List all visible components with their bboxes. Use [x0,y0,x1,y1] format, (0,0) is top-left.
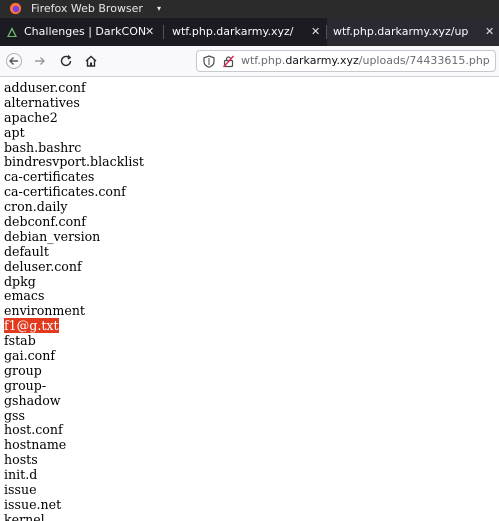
listing-line: default [4,243,494,260]
listing-line-text: dpkg [4,273,36,289]
listing-line-text: group [4,362,42,378]
darkcon-favicon-icon [7,27,17,37]
window-menu-caret[interactable]: ▾ [157,0,161,18]
tab-strip: Challenges | DarkCON ✕ wtf.php.darkarmy.… [0,18,499,46]
highlighted-flag-file: f1@g.txt [4,318,59,334]
url-path: /uploads/74433615.php [358,54,490,67]
listing-line: group [4,362,494,379]
listing-line-text: bindresvport.blacklist [4,154,144,170]
url-text: wtf.php.darkarmy.xyz/uploads/74433615.ph… [241,51,490,71]
listing-line: alternatives [4,94,494,111]
listing-line-text: issue [4,482,37,498]
listing-line: apache2 [4,109,494,126]
window-title: Firefox Web Browser [31,2,143,15]
listing-line: host.conf [4,423,494,438]
listing-line-text: environment [4,303,85,319]
listing-line-text: apt [4,124,25,140]
listing-line-text: cron.daily [4,199,68,215]
window-titlebar: Firefox Web Browser ▾ [0,0,499,18]
reload-button[interactable] [56,51,76,71]
listing-line-text: kernel [4,511,45,521]
navigation-toolbar: wtf.php.darkarmy.xyz/uploads/74433615.ph… [0,46,499,77]
listing-line: hosts [4,452,494,468]
listing-line-text: alternatives [4,94,80,110]
url-host: darkarmy.xyz [285,54,359,67]
listing-line: ca-certificates.conf [4,184,494,200]
home-icon [85,55,97,67]
listing-line-text: debconf.conf [4,214,86,230]
tab-label: wtf.php.darkarmy.xyz/ [172,25,294,38]
listing-line-text: emacs [4,288,45,304]
listing-line: hostname [4,437,494,453]
listing-line: fstab [4,333,494,349]
listing-line-text: deluser.conf [4,258,82,274]
insecure-connection-lock-icon[interactable] [222,55,235,68]
listing-line: bindresvport.blacklist [4,155,494,170]
listing-line: dpkg [4,273,494,290]
tab-challenges[interactable]: Challenges | DarkCON ✕ [0,18,160,46]
listing-line: kernel [4,511,494,521]
listing-line: gss [4,407,494,424]
home-button[interactable] [81,51,101,71]
listing-line-text: gshadow [4,392,61,408]
listing-line-text: fstab [4,333,36,349]
listing-line-text: group- [4,377,47,393]
listing-line: adduser.conf [4,81,494,96]
listing-line: init.d [4,467,494,483]
listing-line: group- [4,377,494,394]
forward-button[interactable] [30,51,50,71]
tab-label: Challenges | DarkCON [24,25,147,38]
tab-close-button[interactable]: ✕ [311,18,320,46]
listing-line: apt [4,124,494,141]
address-bar[interactable]: wtf.php.darkarmy.xyz/uploads/74433615.ph… [196,50,496,72]
firefox-icon [9,2,22,15]
listing-line: issue [4,482,494,498]
tab-close-button[interactable]: ✕ [485,18,494,46]
listing-line: gai.conf [4,348,494,364]
back-arrow-icon [6,53,22,69]
listing-line: emacs [4,289,494,304]
listing-line: bash.bashrc [4,139,494,156]
tracking-protection-shield-icon[interactable] [203,55,215,68]
tab-wtf-php[interactable]: wtf.php.darkarmy.xyz/ ✕ [164,18,324,46]
tab-wtf-uploads[interactable]: wtf.php.darkarmy.xyz/up ✕ [327,18,499,46]
url-prefix: wtf.php. [241,54,286,67]
listing-line: f1@g.txt [4,318,494,334]
listing-line-text: hostname [4,437,67,453]
listing-line-text: adduser.conf [4,81,86,95]
listing-line-text: issue.net [4,496,62,512]
page-content-listing: adduser.conf alternatives apache2 apt bash.b… [4,81,494,521]
listing-line: issue.net [4,496,494,513]
listing-line: debian_version [4,228,494,245]
listing-line: ca-certificates [4,169,494,185]
listing-line-text: debian_version [4,228,101,244]
listing-line: gshadow [4,392,494,409]
listing-line-text: apache2 [4,109,58,125]
listing-line-text: gai.conf [4,348,56,364]
reload-icon [60,54,72,67]
tab-label: wtf.php.darkarmy.xyz/up [333,25,469,38]
tab-close-button[interactable]: ✕ [145,18,154,46]
listing-line: deluser.conf [4,258,494,275]
listing-line-text: hosts [4,452,38,468]
listing-line-text: init.d [4,467,38,483]
listing-line: environment [4,303,494,319]
forward-arrow-icon [35,57,45,65]
listing-line-text: ca-certificates [4,169,95,185]
listing-line-text: bash.bashrc [4,139,82,155]
listing-line-text: ca-certificates.conf [4,184,126,200]
listing-line-text: gss [4,407,25,423]
listing-line-text: default [4,243,49,259]
listing-line-text: host.conf [4,422,63,438]
listing-line: debconf.conf [4,214,494,230]
back-button[interactable] [4,51,24,71]
listing-line: cron.daily [4,199,494,215]
